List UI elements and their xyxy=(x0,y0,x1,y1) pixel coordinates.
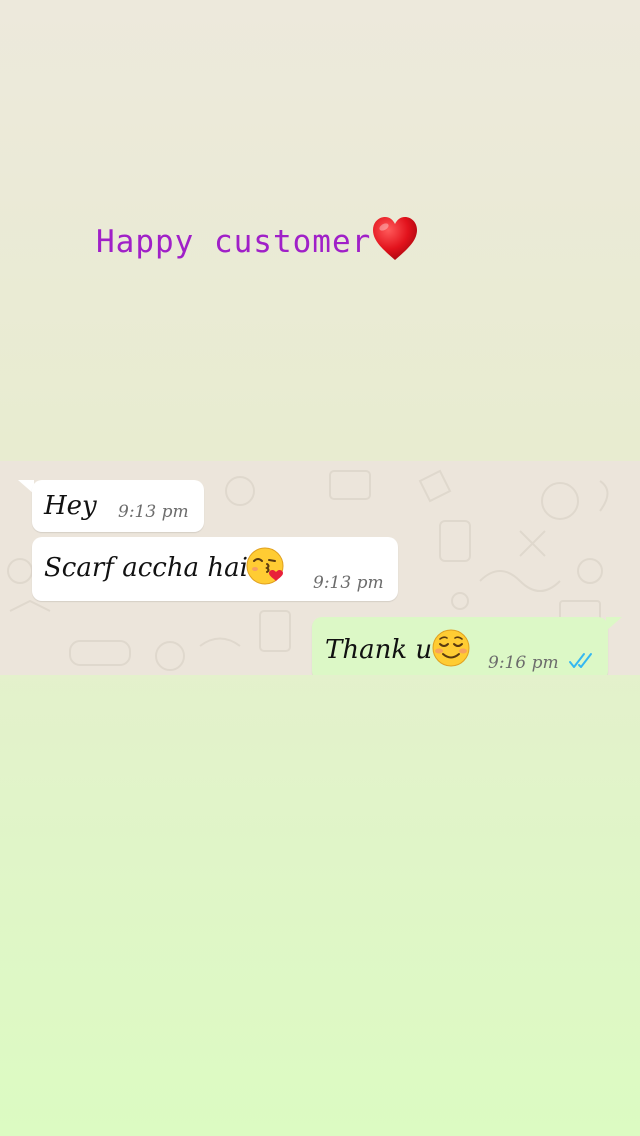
message-text: Scarf accha hai xyxy=(44,553,248,583)
title-text: Happy customer xyxy=(96,223,372,260)
message-time: 9:13 pm xyxy=(313,573,384,593)
red-heart-icon xyxy=(373,217,418,260)
message-time: 9:13 pm xyxy=(118,502,189,522)
story-title: Happy customer xyxy=(96,217,419,262)
chat-screenshot: Hey 9:13 pm Scarf accha hai 9:13 pm Than… xyxy=(0,461,640,675)
kissing-face-with-heart-emoji xyxy=(246,547,284,585)
message-bubble-incoming[interactable]: Hey 9:13 pm xyxy=(32,480,204,532)
message-text: Hey xyxy=(44,491,97,521)
outgoing-bubble-tail xyxy=(606,617,622,631)
message-time: 9:16 pm xyxy=(488,653,559,673)
double-blue-tick-icon xyxy=(569,653,592,668)
message-bubble-outgoing[interactable]: Thank u 9:16 pm xyxy=(312,617,608,675)
message-bubble-incoming[interactable]: Scarf accha hai 9:13 pm xyxy=(32,537,398,601)
message-text: Thank u xyxy=(325,635,433,665)
smiling-face-emoji xyxy=(432,629,470,667)
